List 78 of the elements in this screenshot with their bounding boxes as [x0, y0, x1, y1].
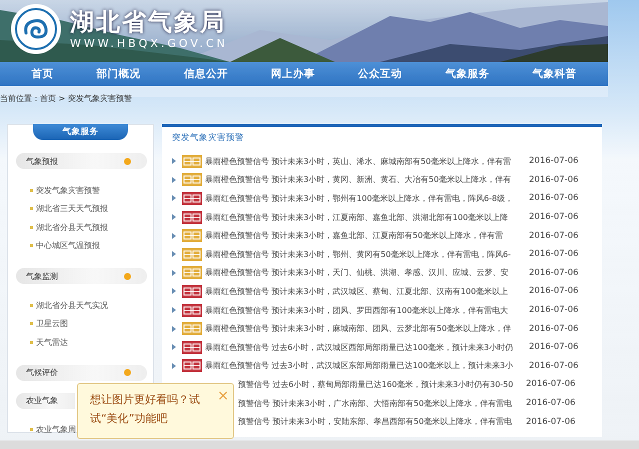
alert-link[interactable]: 预警信号 过去6小时，蔡甸局部雨量已达160毫米，预计未来3小时仍有30-50 [238, 378, 514, 390]
sidebar-tab[interactable]: 气象服务 [33, 124, 128, 140]
alert-link[interactable]: 暴雨橙色预警信号 预计未来3小时，天门、仙桃、洪湖、孝感、汉川、应城、云梦、安 [205, 267, 509, 278]
sidebar-link[interactable]: 中心城区气温预报 [36, 240, 100, 252]
alert-link[interactable]: 暴雨红色预警信号 过去3小时，武汉城区东部局部雨量已达100毫米以上，预计未来3小 [205, 360, 513, 372]
alert-date: 2016-07-06 [529, 249, 578, 260]
sidebar-link[interactable]: 农业气象周 [36, 424, 76, 436]
alert-link[interactable]: 预警信号 预计未来3小时，广水南部、大悟南部有50毫米以上降水，伴有雷电 [238, 398, 512, 409]
bullet-icon [30, 304, 33, 307]
bullet-icon [30, 322, 33, 326]
bullet-icon [30, 340, 33, 344]
bullet-icon [172, 214, 176, 220]
bullet-icon [172, 326, 176, 332]
bullet-icon [30, 428, 33, 432]
alert-date: 2016-07-06 [529, 360, 578, 371]
bullet-icon [30, 226, 33, 229]
bullet-icon [172, 270, 176, 276]
group-header[interactable]: 气候评价 [16, 364, 147, 380]
site-url: WWW.HBQX.GOV.CN [70, 37, 228, 51]
panel-title: 突发气象灾害预警 [171, 132, 245, 145]
nav-link[interactable]: 部门概况 [92, 67, 145, 81]
bullet-icon [172, 307, 176, 314]
sidebar-link[interactable]: 突发气象灾害预警 [36, 184, 100, 196]
alert-link[interactable]: 暴雨红色预警信号 预计未来3小时，团风、罗田西部有100毫米以上降水，伴有雷电大 [205, 304, 508, 316]
nav-link[interactable]: 公众互动 [354, 67, 406, 81]
bullet-icon [172, 362, 176, 369]
alert-link[interactable]: 暴雨红色预警信号 预计未来3小时，武汉城区、蔡甸、江夏北部、汉南有100毫米以上 [205, 286, 508, 297]
alert-link[interactable]: 暴雨橙色预警信号 预计未来3小时，英山、浠水、麻城南部有50毫米以上降水，伴有雷 [205, 156, 511, 167]
nav-link[interactable]: 网上办事 [266, 67, 319, 81]
sidebar-link[interactable]: 湖北省三天天气预报 [36, 203, 108, 214]
alert-date: 2016-07-06 [529, 286, 578, 296]
alert-link[interactable]: 暴雨红色预警信号 预计未来3小时，江夏南部、嘉鱼北部、洪湖北部有100毫米以上降 [205, 212, 508, 223]
alert-link[interactable]: 暴雨红色预警信号 过去6小时，武汉城区西部局部雨量已达100毫米，预计未来3小时仍 [205, 342, 513, 353]
alert-date: 2016-07-06 [529, 156, 578, 166]
bullet-icon [172, 176, 176, 183]
bullet-icon [172, 344, 176, 350]
alert-link[interactable]: 暴雨橙色预警信号 预计未来3小时，嘉鱼北部、江夏南部有50毫米以上降水，伴有雷 [205, 230, 503, 242]
alert-date: 2016-07-06 [529, 324, 578, 334]
bullet-icon [30, 188, 33, 192]
alert-date: 2016-07-06 [526, 379, 576, 390]
bullet-icon [172, 251, 176, 258]
alert-date: 2016-07-06 [529, 230, 578, 241]
alert-date: 2016-07-06 [529, 193, 578, 204]
tooltip-text: 想让图片更好看吗？试试“美化”功能吧 [90, 392, 201, 427]
alert-link[interactable]: 暴雨橙色预警信号 预计未来3小时，麻城南部、团风、云梦北部有50毫米以上降水，伴 [205, 323, 511, 334]
dot-icon [124, 369, 131, 376]
bullet-icon [30, 244, 33, 248]
alert-date: 2016-07-06 [526, 398, 576, 408]
dot-icon [124, 158, 131, 164]
sidebar-link[interactable]: 湖北省分县天气实况 [36, 300, 108, 311]
sidebar-link[interactable]: 天气雷达 [36, 336, 68, 348]
alert-date: 2016-07-06 [529, 305, 578, 316]
logo-icon [10, 3, 62, 55]
bullet-icon [172, 288, 176, 294]
alert-link[interactable]: 暴雨橙色预警信号 预计未来3小时，鄂州、黄冈有50毫米以上降水，伴有雷电，阵风6- [205, 248, 511, 260]
nav-link[interactable]: 首页 [28, 67, 58, 81]
breadcrumb: 当前位置：首页 > 突发气象灾害预警 [0, 94, 132, 103]
dot-icon [124, 272, 131, 280]
alert-date: 2016-07-06 [529, 174, 578, 185]
alert-date: 2016-07-06 [526, 416, 576, 427]
sidebar-link[interactable]: 湖北省分县天气预报 [36, 222, 108, 233]
nav-link[interactable]: 信息公开 [180, 67, 232, 81]
group-header[interactable]: 农业气象 [16, 392, 75, 408]
group-header[interactable]: 气象预报 [16, 153, 147, 169]
bullet-icon [172, 158, 176, 164]
nav-link[interactable]: 气象服务 [441, 67, 494, 81]
bullet-icon [172, 195, 176, 202]
group-header[interactable]: 气象监测 [16, 268, 147, 284]
nav-link[interactable]: 气象科普 [528, 67, 580, 81]
alert-link[interactable]: 预警信号 预计未来3小时，安陆东部、孝昌西部有50毫米以上降水，伴有雷电 [238, 416, 512, 428]
bullet-icon [172, 232, 176, 239]
alert-date: 2016-07-06 [529, 268, 578, 278]
alert-date: 2016-07-06 [529, 212, 578, 222]
bullet-icon [30, 207, 33, 210]
alert-link[interactable]: 暴雨红色预警信号 预计未来3小时，鄂州有100毫米以上降水，伴有雷电，阵风6-8级， [205, 192, 513, 204]
alert-date: 2016-07-06 [529, 342, 578, 352]
alert-link[interactable]: 暴雨橙色预警信号 预计未来3小时，黄冈、新洲、黄石、大冶有50毫米以上降水，伴有 [205, 174, 511, 186]
sidebar-link[interactable]: 卫星云图 [36, 318, 68, 330]
